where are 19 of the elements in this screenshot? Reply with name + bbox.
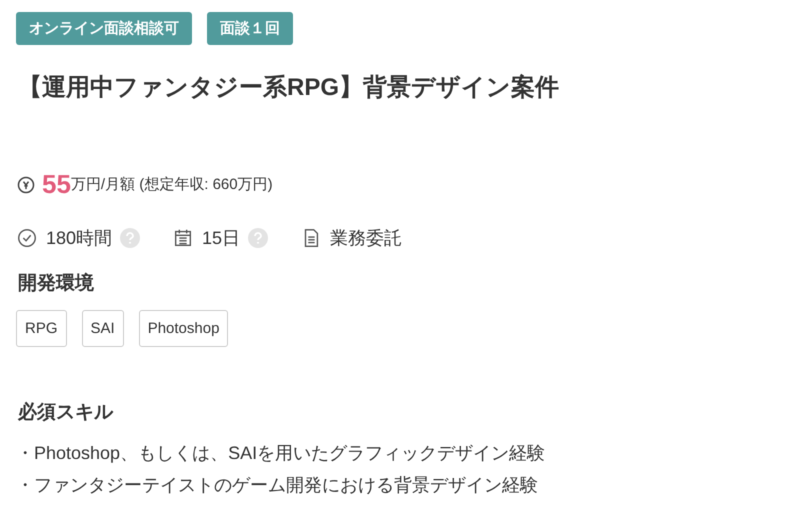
skill-requirement: ・Photoshop、もしくは、SAIを用いたグラフィックデザイン経験: [16, 442, 546, 465]
clock-icon: [16, 227, 38, 249]
help-icon[interactable]: [120, 228, 140, 248]
tag-badge: オンライン面談相談可: [16, 12, 192, 45]
section-heading: 開発環境: [18, 272, 95, 296]
info-text: 15日: [202, 227, 240, 250]
tag-badge: 面談１回: [207, 12, 293, 45]
info-text: 180時間: [46, 227, 112, 250]
skill-requirement: ・ファンタジーテイストのゲーム開発における背景デザイン経験: [16, 474, 539, 497]
skill-tag: RPG: [16, 310, 67, 347]
info-text: 業務委託: [330, 227, 402, 250]
help-icon[interactable]: [248, 228, 268, 248]
job-title: 【運用中ファンタジー系RPG】背景デザイン案件: [18, 72, 560, 103]
yen-icon: [16, 174, 36, 194]
skill-tag: SAI: [82, 310, 124, 347]
salary-unit: 万円/月額 (想定年収: 660万円): [70, 175, 273, 194]
salary-amount: 55: [42, 169, 71, 200]
section-heading: 必須スキル: [18, 400, 114, 425]
skill-tag: Photoshop: [138, 310, 228, 347]
